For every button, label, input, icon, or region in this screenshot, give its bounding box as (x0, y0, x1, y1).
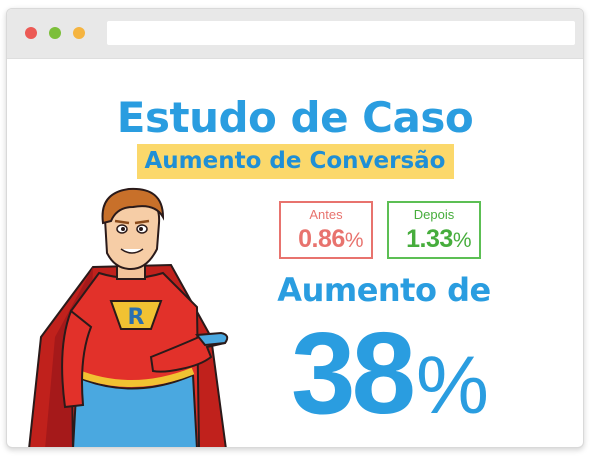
after-value-wrap: 1.33% (406, 225, 471, 254)
increase-value: 38 (291, 308, 416, 438)
subtitle-wrapper: Aumento de Conversão (7, 144, 583, 179)
address-bar[interactable] (107, 21, 575, 45)
after-value: 1.33 (406, 225, 453, 253)
minimize-dot-icon[interactable] (49, 27, 61, 39)
increase-figure: 38% (275, 303, 505, 443)
increase-unit: % (416, 340, 489, 431)
superhero-mascot-icon: R (28, 187, 229, 447)
close-dot-icon[interactable] (25, 27, 37, 39)
maximize-dot-icon[interactable] (73, 27, 85, 39)
after-stat-card: Depois 1.33% (387, 201, 481, 259)
before-stat-card: Antes 0.86% (279, 201, 373, 259)
before-label: Antes (309, 207, 343, 222)
after-unit: % (452, 229, 472, 252)
before-value: 0.86 (298, 225, 345, 253)
page-subtitle: Aumento de Conversão (136, 144, 454, 179)
before-unit: % (344, 229, 364, 252)
page-title: Estudo de Caso (116, 93, 474, 142)
browser-titlebar (7, 9, 583, 59)
browser-window: Estudo de Caso Aumento de Conversão Ante… (6, 8, 584, 448)
after-label: Depois (413, 207, 455, 222)
page-content: Estudo de Caso Aumento de Conversão Ante… (7, 59, 583, 447)
before-value-wrap: 0.86% (298, 225, 363, 254)
emblem-letter: R (128, 305, 145, 330)
